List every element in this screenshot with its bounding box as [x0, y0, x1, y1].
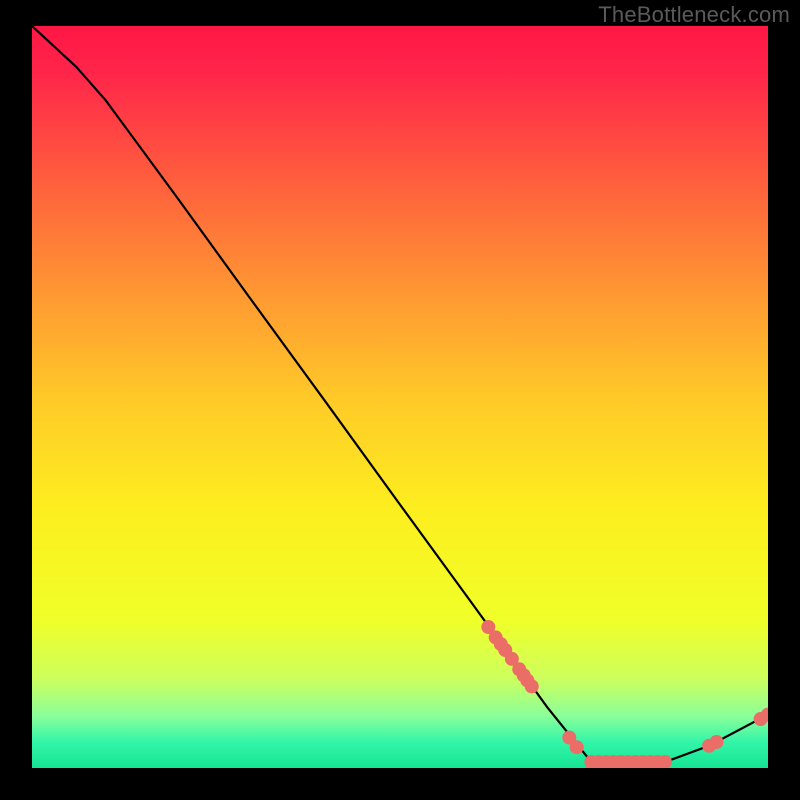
data-point: [709, 735, 723, 749]
data-point: [570, 740, 584, 754]
chart-container: [32, 26, 768, 768]
data-point: [525, 679, 539, 693]
bottleneck-chart: [32, 26, 768, 768]
watermark-text: TheBottleneck.com: [598, 2, 790, 28]
chart-background: [32, 26, 768, 768]
